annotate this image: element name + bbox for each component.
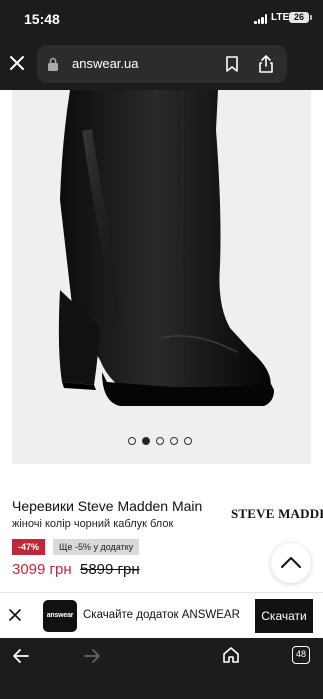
battery-icon: 26 <box>289 12 312 23</box>
product-title: Черевики Steve Madden Main <box>12 498 203 514</box>
carousel-dots <box>128 437 192 447</box>
forward-arrow-icon[interactable] <box>83 648 101 664</box>
banner-text: Скачайте додаток ANSWEAR <box>83 609 240 621</box>
status-time: 15:48 <box>24 11 60 27</box>
home-icon[interactable] <box>222 646 240 664</box>
browser-chrome: 15:48 LTE 26 answear.ua <box>0 0 323 90</box>
carousel-dot[interactable] <box>170 437 178 445</box>
carousel-dot[interactable] <box>184 437 192 445</box>
browser-toolbar: 48 <box>0 638 323 699</box>
old-price: 5899 грн <box>80 561 140 578</box>
tabs-count-button[interactable]: 48 <box>292 646 310 664</box>
share-icon[interactable] <box>257 54 275 74</box>
back-arrow-icon[interactable] <box>12 648 30 664</box>
scroll-to-top-button[interactable] <box>271 543 311 583</box>
lock-icon <box>47 57 59 71</box>
bookmark-icon[interactable] <box>225 56 239 72</box>
download-button[interactable]: Скачати <box>255 599 313 633</box>
signal-icon <box>254 14 268 24</box>
carousel-dot[interactable] <box>128 437 136 445</box>
discount-badge: -47% <box>12 539 46 555</box>
network-label: LTE <box>271 12 290 23</box>
product-image-carousel[interactable] <box>12 90 311 464</box>
answear-app-icon: answear <box>43 600 77 632</box>
product-subtitle: жіночі колір чорний каблук блок <box>12 518 174 530</box>
close-icon[interactable] <box>6 52 28 74</box>
app-download-banner: answear Скачайте додаток ANSWEAR Скачати <box>0 592 323 638</box>
brand-logo[interactable]: STEVE MADDEN <box>231 506 323 522</box>
carousel-dot[interactable] <box>156 437 164 445</box>
app-discount-badge: Ще -5% у додатку <box>53 539 140 555</box>
close-banner-icon[interactable] <box>8 608 22 622</box>
current-price: 3099 грн <box>12 561 72 578</box>
status-bar: 15:48 LTE 26 <box>0 0 323 38</box>
url-text[interactable]: answear.ua <box>72 56 139 71</box>
carousel-dot-active[interactable] <box>142 437 150 445</box>
address-bar[interactable]: answear.ua <box>37 45 287 83</box>
chevron-up-icon <box>281 557 301 568</box>
boot-image <box>58 90 274 406</box>
